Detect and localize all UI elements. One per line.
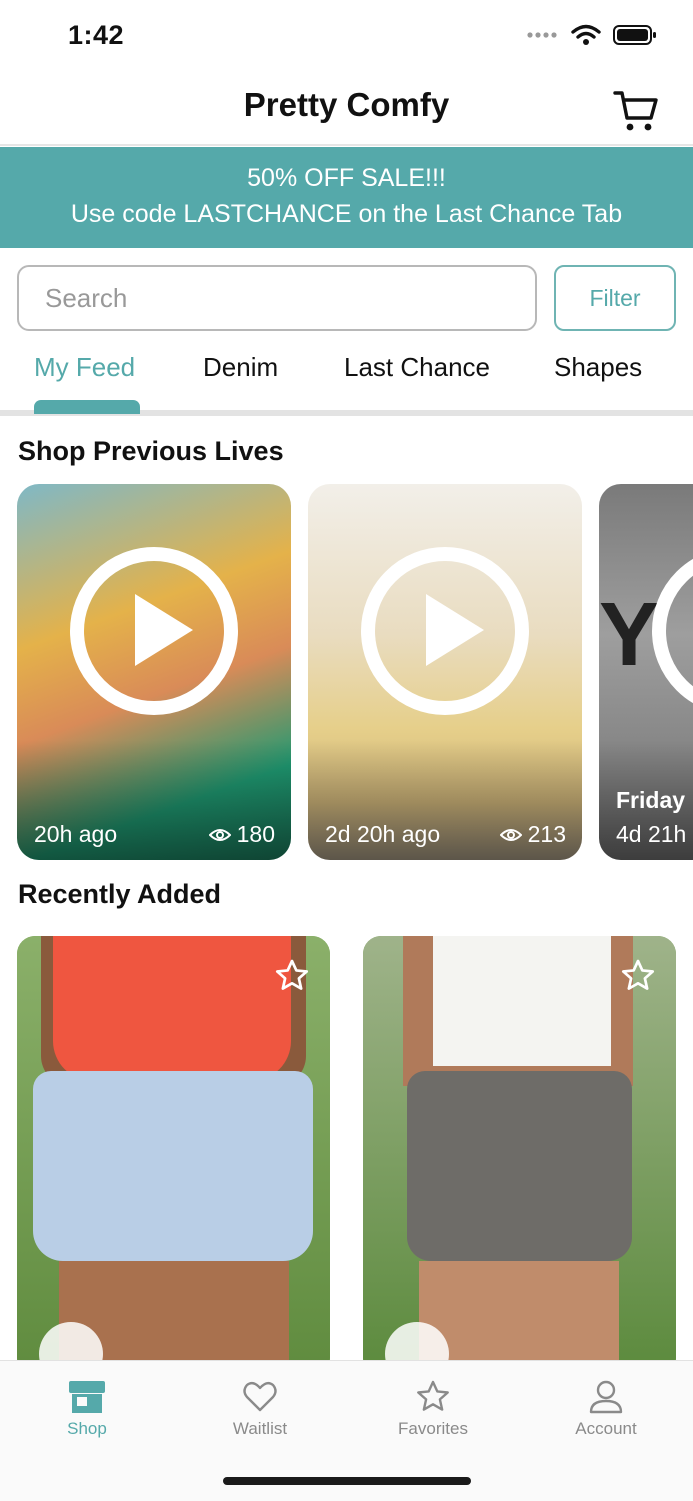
cart-icon[interactable] (613, 88, 659, 134)
tab-denim[interactable]: Denim (203, 352, 278, 383)
shop-icon (69, 1381, 105, 1413)
heart-icon (243, 1381, 277, 1412)
star-icon (417, 1380, 449, 1411)
product-card[interactable] (17, 936, 330, 1376)
live-video-card[interactable]: Y Friday 4d 21h (599, 484, 693, 860)
nav-waitlist-label: Waitlist (232, 1419, 288, 1438)
wifi-icon (571, 24, 601, 45)
home-indicator (223, 1477, 471, 1485)
section-title-previous-lives: Shop Previous Lives (18, 436, 284, 466)
nav-shop-label: Shop (67, 1419, 107, 1438)
eye-icon (499, 828, 522, 841)
nav-waitlist[interactable]: Waitlist (200, 1379, 320, 1439)
live-title: Friday (616, 787, 686, 813)
battery-icon (613, 25, 656, 45)
play-circle-icon (652, 547, 693, 715)
search-placeholder: Search (45, 282, 128, 313)
favorite-star-icon[interactable] (620, 958, 656, 994)
view-count: 213 (527, 821, 566, 847)
live-time-ago: 20h ago (34, 821, 118, 847)
nav-account[interactable]: Account (546, 1379, 666, 1439)
promo-banner[interactable]: 50% OFF SALE!!! Use code LASTCHANCE on t… (0, 147, 693, 248)
app-title: Pretty Comfy (243, 86, 450, 123)
status-icons (527, 24, 657, 46)
live-time-ago: 4d 21h (616, 821, 687, 847)
favorite-star-icon[interactable] (274, 958, 310, 994)
status-time: 1:42 (68, 20, 125, 50)
search-input[interactable]: Search (17, 265, 537, 331)
eye-icon (208, 828, 231, 841)
filter-button[interactable]: Filter (554, 265, 676, 331)
account-icon (589, 1380, 623, 1414)
live-video-card[interactable]: 2d 20h ago 213 (308, 484, 582, 860)
promo-line-1: 50% OFF SALE!!! (247, 164, 446, 192)
product-image (363, 936, 676, 1376)
live-video-card[interactable]: 20h ago 180 (17, 484, 291, 860)
live-view-count: 213 (499, 821, 566, 848)
live-time-ago: 2d 20h ago (325, 821, 441, 847)
card-artwork: Y (599, 585, 659, 685)
tab-last-chance[interactable]: Last Chance (344, 352, 490, 383)
header-divider (0, 144, 693, 146)
play-icon (426, 594, 484, 666)
tab-my-feed[interactable]: My Feed (34, 352, 135, 383)
product-image (17, 936, 330, 1376)
nav-favorites-label: Favorites (398, 1419, 468, 1438)
view-count: 180 (236, 821, 275, 847)
nav-favorites[interactable]: Favorites (373, 1379, 493, 1439)
live-view-count: 180 (208, 821, 275, 848)
product-card[interactable] (363, 936, 676, 1376)
section-title-recently-added: Recently Added (18, 879, 222, 909)
play-icon (135, 594, 193, 666)
nav-account-label: Account (575, 1419, 637, 1438)
tab-shapes[interactable]: Shapes (554, 352, 642, 383)
tab-active-indicator (34, 400, 140, 414)
promo-line-2: Use code LASTCHANCE on the Last Chance T… (70, 200, 623, 228)
signal-icon (527, 32, 557, 38)
nav-shop[interactable]: Shop (27, 1379, 147, 1439)
